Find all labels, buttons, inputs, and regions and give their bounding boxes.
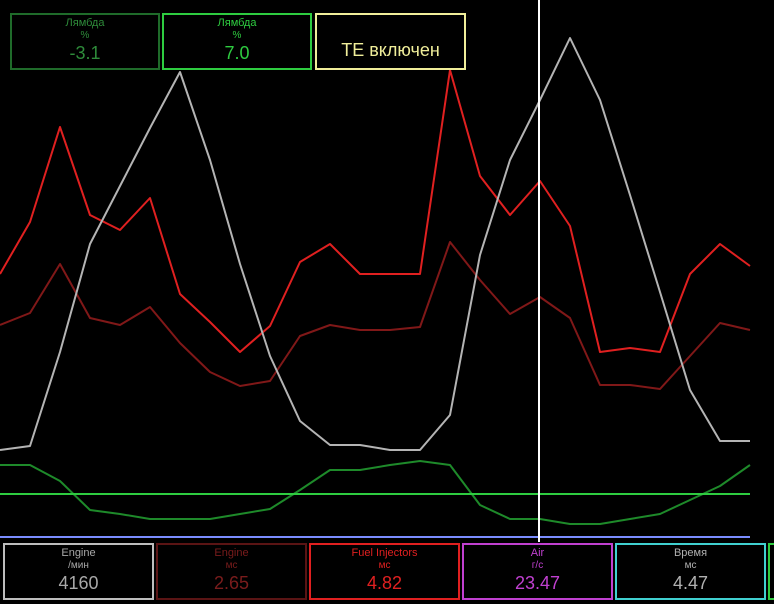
- time-panel[interactable]: Время мс 4.47: [615, 543, 766, 600]
- red-trace: [0, 69, 751, 353]
- lambda-panel-1[interactable]: Лямбда % -3.1: [10, 13, 160, 70]
- te-status-panel[interactable]: ТЕ включен: [315, 13, 466, 70]
- air-label: Air: [530, 547, 545, 559]
- te-status-text: ТЕ включен: [341, 40, 440, 60]
- chart-plot[interactable]: [0, 0, 774, 604]
- lambda-label-1: Лямбда: [65, 17, 105, 29]
- lambda-panel-2[interactable]: Лямбда % 7.0: [162, 13, 312, 70]
- engine-rpm-unit: /мин: [68, 560, 89, 571]
- air-panel[interactable]: Air г/с 23.47: [462, 543, 613, 600]
- panel-edge-partial: [768, 543, 774, 600]
- green-trace: [0, 460, 751, 525]
- time-label: Время: [673, 547, 708, 559]
- fuel-injectors-unit: мс: [378, 560, 391, 571]
- engine-ms-value: 2.65: [213, 573, 250, 593]
- engine-ms-panel[interactable]: Engine мс 2.65: [156, 543, 307, 600]
- engine-rpm-panel[interactable]: Engine /мин 4160: [3, 543, 154, 600]
- fuel-injectors-panel[interactable]: Fuel Injectors мс 4.82: [309, 543, 460, 600]
- air-unit: г/с: [531, 560, 544, 571]
- engine-ms-label: Engine: [214, 547, 249, 559]
- lambda-label-2: Лямбда: [217, 17, 257, 29]
- gray-trace: [0, 37, 750, 451]
- lambda-value-1: -3.1: [69, 43, 101, 63]
- air-value: 23.47: [514, 573, 561, 593]
- lambda-unit-2: %: [232, 30, 242, 41]
- engine-rpm-value: 4160: [58, 573, 99, 593]
- fuel-injectors-label: Fuel Injectors: [351, 547, 418, 559]
- engine-rpm-label: Engine: [61, 547, 96, 559]
- engine-ms-unit: мс: [225, 560, 238, 571]
- dark-red-trace: [0, 241, 751, 390]
- time-value: 4.47: [672, 573, 709, 593]
- lambda-value-2: 7.0: [224, 43, 250, 63]
- time-unit: мс: [684, 560, 697, 571]
- lambda-unit-1: %: [80, 30, 90, 41]
- fuel-injectors-value: 4.82: [366, 573, 403, 593]
